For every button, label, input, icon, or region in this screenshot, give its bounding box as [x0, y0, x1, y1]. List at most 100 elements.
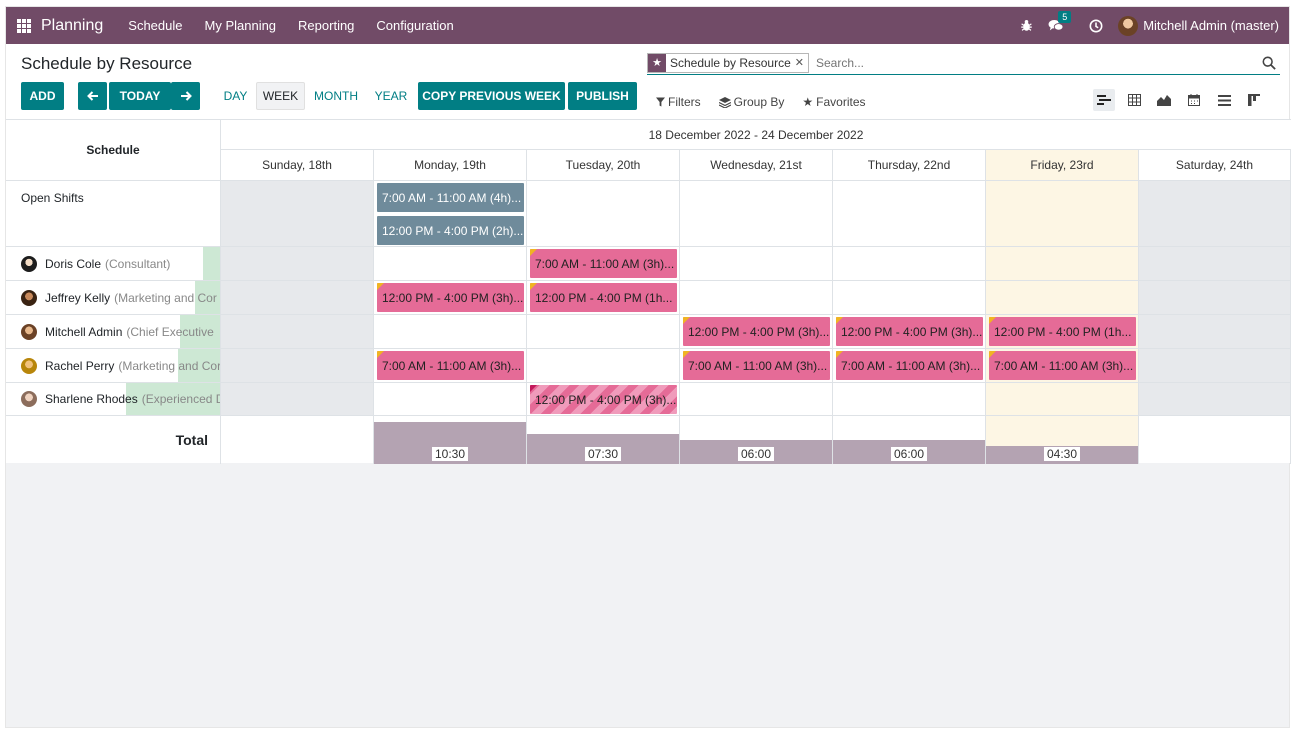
menu-my-planning[interactable]: My Planning	[205, 18, 277, 33]
gantt-cell[interactable]	[527, 349, 680, 383]
unpublished-corner-icon	[530, 283, 537, 290]
gantt-cell[interactable]	[221, 281, 374, 315]
pivot-view-icon[interactable]	[1123, 89, 1145, 111]
publish-button[interactable]: PUBLISH	[568, 82, 637, 110]
day-header: Sunday, 18th	[221, 150, 374, 181]
gantt-cell[interactable]	[986, 281, 1139, 315]
user-menu[interactable]: Mitchell Admin (master)	[1118, 15, 1279, 36]
previous-button[interactable]	[78, 82, 107, 110]
shift-pill[interactable]: 7:00 AM - 11:00 AM (3h)...	[530, 249, 677, 278]
resource-row-label[interactable]: Rachel Perry (Marketing and Cor	[6, 349, 221, 383]
shift-pill[interactable]: 12:00 PM - 4:00 PM (3h)...	[836, 317, 983, 346]
gantt-cell[interactable]	[986, 181, 1139, 247]
scale-year-button[interactable]: YEAR	[370, 82, 412, 110]
shift-pill[interactable]: 7:00 AM - 11:00 AM (4h)...	[377, 183, 524, 212]
resource-row-label[interactable]: Sharlene Rhodes (Experienced D	[6, 383, 221, 416]
gantt-cell[interactable]	[1139, 349, 1291, 383]
list-view-icon[interactable]	[1213, 89, 1235, 111]
add-button[interactable]: ADD	[21, 82, 64, 110]
gantt-cell[interactable]	[986, 383, 1139, 416]
search-facet[interactable]: ★ Schedule by Resource ✕	[647, 52, 809, 73]
app-window: Planning Schedule My Planning Reporting …	[5, 6, 1291, 728]
menu-configuration[interactable]: Configuration	[376, 18, 453, 33]
shift-label: 12:00 PM - 4:00 PM (3h)...	[688, 324, 830, 339]
gantt-cell[interactable]	[680, 181, 833, 247]
filters-label: Filters	[668, 95, 701, 109]
gantt-cell[interactable]	[221, 247, 374, 281]
shift-pill[interactable]: 12:00 PM - 4:00 PM (3h)...	[377, 283, 524, 312]
kanban-view-icon[interactable]	[1243, 89, 1265, 111]
search-input[interactable]	[813, 54, 1262, 71]
resource-row-label[interactable]: Mitchell Admin (Chief Executive	[6, 315, 221, 349]
gantt-cell[interactable]	[1139, 383, 1291, 416]
search-icon[interactable]	[1262, 56, 1276, 70]
avatar	[21, 323, 37, 340]
gantt-cell[interactable]	[221, 315, 374, 349]
unpublished-corner-icon	[530, 249, 537, 256]
scale-month-button[interactable]: MONTH	[310, 82, 362, 110]
scale-day-button[interactable]: DAY	[219, 82, 252, 110]
debug-bug-icon[interactable]	[1018, 18, 1034, 34]
star-icon: ★	[648, 53, 666, 72]
favorites-label: Favorites	[816, 95, 866, 109]
gantt-cell[interactable]	[374, 383, 527, 416]
gantt-view-icon[interactable]	[1093, 89, 1115, 111]
open-shifts-row-label[interactable]: Open Shifts	[6, 181, 221, 247]
shift-pill[interactable]: 12:00 PM - 4:00 PM (3h)...	[683, 317, 830, 346]
shift-pill[interactable]: 7:00 AM - 11:00 AM (3h)...	[989, 351, 1136, 380]
gantt-cell[interactable]	[221, 181, 374, 247]
avatar	[21, 255, 37, 272]
shift-label: 7:00 AM - 11:00 AM (4h)...	[382, 190, 522, 205]
gantt-cell[interactable]	[221, 383, 374, 416]
gantt-cell[interactable]	[221, 349, 374, 383]
scale-week-button[interactable]: WEEK	[256, 82, 305, 110]
gantt-cell[interactable]	[833, 247, 986, 281]
app-name[interactable]: Planning	[41, 17, 103, 35]
gantt-cell[interactable]	[1139, 181, 1291, 247]
group-by-button[interactable]: Group By	[718, 95, 784, 109]
gantt-cell[interactable]	[680, 281, 833, 315]
gantt-cell[interactable]	[1139, 315, 1291, 349]
shift-pill[interactable]: 12:00 PM - 4:00 PM (1h...	[530, 283, 677, 312]
gantt-cell[interactable]	[527, 181, 680, 247]
shift-label: 7:00 AM - 11:00 AM (3h)...	[382, 358, 522, 373]
resource-row-label[interactable]: Doris Cole (Consultant)	[6, 247, 221, 281]
copy-previous-week-button[interactable]: COPY PREVIOUS WEEK	[418, 82, 565, 110]
menu-reporting[interactable]: Reporting	[298, 18, 354, 33]
apps-menu-icon[interactable]	[17, 18, 31, 33]
calendar-view-icon[interactable]	[1183, 89, 1205, 111]
activity-clock-icon[interactable]	[1088, 18, 1104, 34]
next-button[interactable]	[171, 82, 200, 110]
shift-pill[interactable]: 12:00 PM - 4:00 PM (1h...	[989, 317, 1136, 346]
graph-view-icon[interactable]	[1153, 89, 1175, 111]
gantt-cell[interactable]	[1139, 281, 1291, 315]
gantt-cell[interactable]	[1139, 247, 1291, 281]
favorites-button[interactable]: ★ Favorites	[802, 95, 865, 109]
shift-pill[interactable]: 12:00 PM - 4:00 PM (3h)...	[530, 385, 677, 414]
resource-row-label[interactable]: Jeffrey Kelly (Marketing and Cor	[6, 281, 221, 315]
user-avatar	[1118, 15, 1139, 36]
today-button[interactable]: TODAY	[109, 82, 171, 110]
gantt-cell[interactable]	[986, 247, 1139, 281]
total-cell: 06:00	[680, 416, 833, 464]
shift-pill[interactable]: 7:00 AM - 11:00 AM (3h)...	[836, 351, 983, 380]
gantt-cell[interactable]	[833, 281, 986, 315]
shift-pill[interactable]: 7:00 AM - 11:00 AM (3h)...	[377, 351, 524, 380]
messages-icon[interactable]: 5	[1048, 10, 1072, 34]
gantt-cell[interactable]	[374, 247, 527, 281]
shift-pill[interactable]: 7:00 AM - 11:00 AM (3h)...	[683, 351, 830, 380]
menu-schedule[interactable]: Schedule	[128, 18, 182, 33]
gantt-cell[interactable]	[833, 181, 986, 247]
gantt-cell[interactable]	[680, 383, 833, 416]
messages-count-badge: 5	[1058, 10, 1072, 23]
gantt-cell[interactable]	[833, 383, 986, 416]
filter-icon	[656, 97, 665, 107]
user-name: Mitchell Admin (master)	[1143, 18, 1279, 33]
gantt-cell[interactable]	[527, 315, 680, 349]
facet-remove-icon[interactable]: ✕	[795, 56, 808, 69]
filters-button[interactable]: Filters	[656, 95, 701, 109]
gantt-cell[interactable]	[374, 315, 527, 349]
shift-label: 12:00 PM - 4:00 PM (3h)...	[841, 324, 983, 339]
shift-pill[interactable]: 12:00 PM - 4:00 PM (2h)...	[377, 216, 524, 245]
gantt-cell[interactable]	[680, 247, 833, 281]
